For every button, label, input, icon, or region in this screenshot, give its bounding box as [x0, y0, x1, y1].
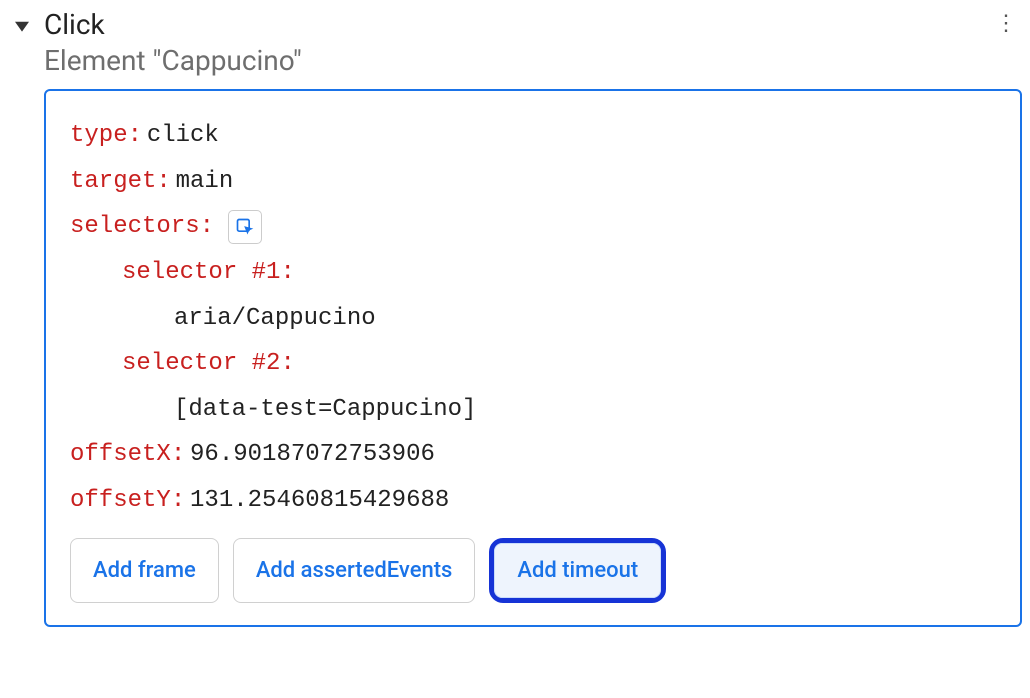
prop-value[interactable]: click — [147, 113, 219, 159]
step-subtitle: Element "Cappucino" — [44, 44, 990, 78]
selector-value: aria/Cappucino — [174, 296, 376, 342]
prop-key: offsetX — [70, 432, 171, 478]
add-timeout-button[interactable]: Add timeout — [494, 543, 661, 598]
prop-target: target: main — [70, 159, 996, 205]
prop-offset-x: offsetX: 96.90187072753906 — [70, 432, 996, 478]
selector-2-label: selector #2: — [70, 341, 996, 387]
prop-type: type: click — [70, 113, 996, 159]
prop-value[interactable]: main — [176, 159, 234, 205]
selector-1-label: selector #1: — [70, 250, 996, 296]
element-picker-button[interactable] — [228, 210, 262, 244]
highlight-ring: Add timeout — [489, 538, 666, 603]
vertical-dots-icon: ⋮ — [995, 13, 1017, 35]
prop-key: type — [70, 113, 128, 159]
element-picker-icon — [235, 217, 255, 237]
add-frame-button[interactable]: Add frame — [70, 538, 219, 603]
prop-value[interactable]: 131.25460815429688 — [190, 478, 449, 524]
step-body: type: click target: main selectors: sele… — [44, 89, 1022, 626]
prop-key: offsetY — [70, 478, 171, 524]
prop-offset-y: offsetY: 131.25460815429688 — [70, 478, 996, 524]
selector-1-value[interactable]: aria/Cappucino — [70, 296, 996, 342]
selector-value: [data-test=Cappucino] — [174, 387, 476, 433]
more-menu-button[interactable]: ⋮ — [990, 8, 1022, 40]
prop-selectors: selectors: — [70, 204, 996, 250]
expand-toggle[interactable] — [8, 12, 36, 40]
selector-2-value[interactable]: [data-test=Cappucino] — [70, 387, 996, 433]
step-title: Click — [44, 8, 990, 42]
add-asserted-events-button[interactable]: Add assertedEvents — [233, 538, 476, 603]
step-container: Click Element "Cappucino" ⋮ type: click … — [8, 8, 1022, 627]
prop-key: target — [70, 159, 156, 205]
chevron-down-icon — [15, 19, 29, 33]
selector-label: selector #1 — [122, 250, 280, 296]
prop-key: selectors — [70, 204, 200, 250]
selector-label: selector #2 — [122, 341, 280, 387]
step-header: Click Element "Cappucino" ⋮ — [8, 8, 1022, 89]
header-titles: Click Element "Cappucino" — [44, 8, 990, 77]
prop-value[interactable]: 96.90187072753906 — [190, 432, 435, 478]
action-button-row: Add frame Add assertedEvents Add timeout — [70, 538, 996, 603]
